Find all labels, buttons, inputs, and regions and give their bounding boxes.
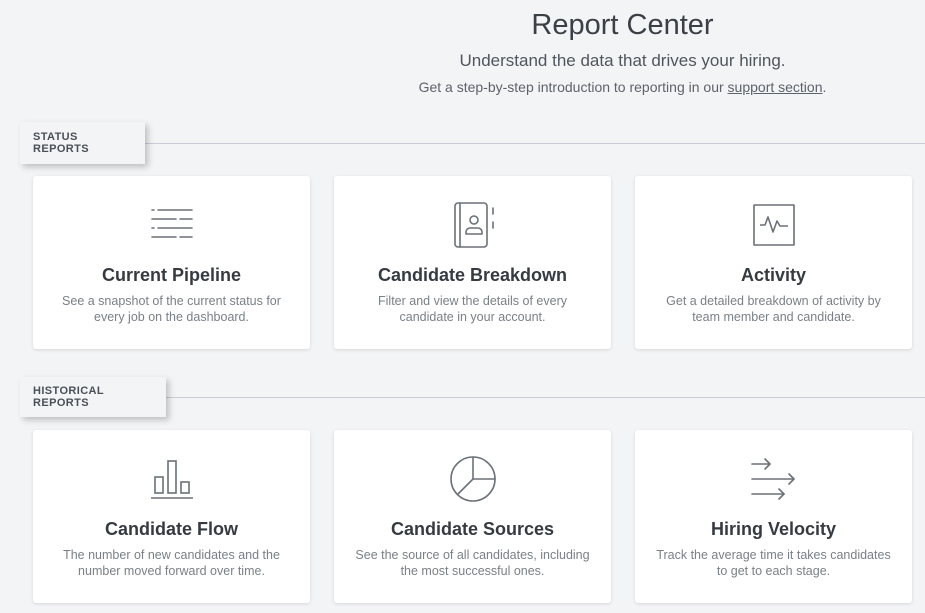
status-reports-divider [145,143,925,144]
status-reports-label: STATUS REPORTS [20,122,145,164]
intro-prefix: Get a step-by-step introduction to repor… [418,79,728,95]
support-section-link[interactable]: support section [728,79,823,95]
intro-suffix: . [822,79,827,95]
activity-card[interactable]: Activity Get a detailed breakdown of act… [635,176,912,349]
arrows-right-icon [749,454,799,504]
card-title: Candidate Sources [390,519,555,539]
page-title: Report Center [531,9,714,41]
current-pipeline-card[interactable]: Current Pipeline See a snapshot of the c… [33,176,310,349]
hiring-velocity-card[interactable]: Hiring Velocity Track the average time i… [635,430,912,603]
pie-chart-icon [448,454,498,504]
bar-chart-icon [147,454,197,504]
activity-pulse-icon [749,200,799,250]
candidate-breakdown-card[interactable]: Candidate Breakdown Filter and view the … [334,176,611,349]
card-title: Hiring Velocity [710,519,837,539]
card-description: The number of new candidates and the num… [63,548,280,578]
card-title: Activity [740,265,807,285]
card-title: Current Pipeline [101,265,242,285]
card-description: Get a detailed breakdown of activity by … [666,294,881,324]
card-title: Candidate Flow [104,519,238,539]
card-description: Filter and view the details of every can… [378,294,567,324]
card-description: Track the average time it takes candidat… [656,548,891,578]
historical-reports-divider [166,397,925,398]
pipeline-lines-icon [147,200,197,250]
card-description: See a snapshot of the current status for… [62,294,281,324]
candidate-flow-card[interactable]: Candidate Flow The number of new candida… [33,430,310,603]
report-center-header: Report Center Understand the data that d… [320,0,925,96]
page-subtitle: Understand the data that drives your hir… [459,51,786,70]
candidate-sources-card[interactable]: Candidate Sources See the source of all … [334,430,611,603]
address-book-icon [448,200,498,250]
card-description: See the source of all candidates, includ… [355,548,590,578]
card-title: Candidate Breakdown [377,265,568,285]
intro-text: Get a step-by-step introduction to repor… [320,79,925,96]
historical-reports-label: HISTORICAL REPORTS [20,377,166,417]
